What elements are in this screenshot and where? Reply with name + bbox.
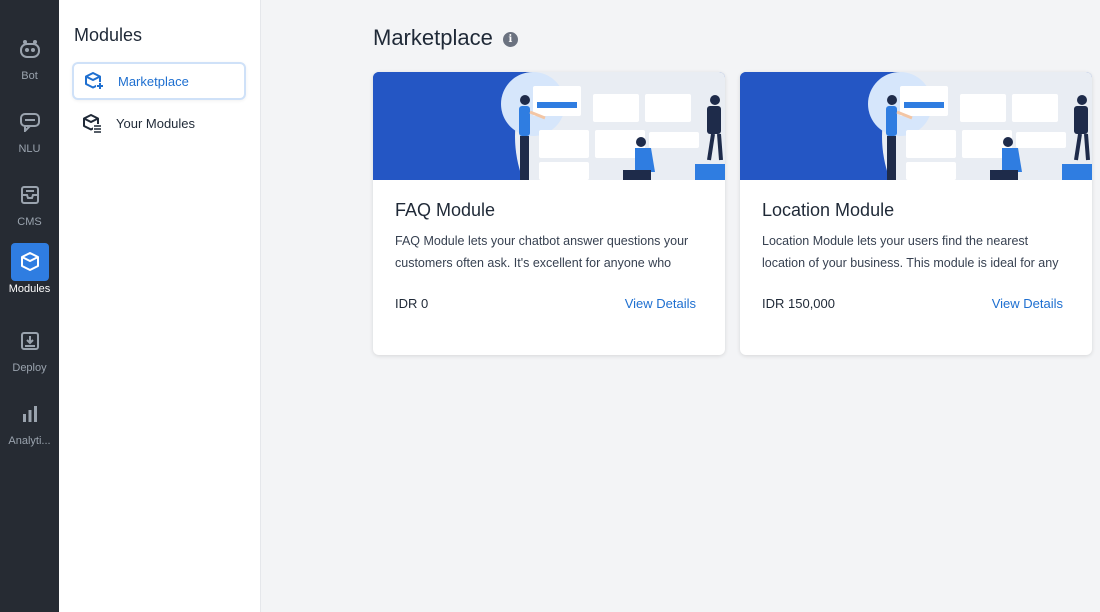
nav-item-label: Marketplace [118, 73, 189, 89]
rail-item-nlu[interactable]: NLU [0, 103, 59, 167]
rail-item-label: Modules [8, 283, 51, 295]
module-banner-illustration [740, 72, 1092, 180]
rail-item-deploy[interactable]: Deploy [0, 322, 59, 386]
rail-item-label: CMS [17, 216, 42, 228]
bar-chart-icon [11, 395, 49, 433]
rail-item-label: Analyti... [8, 435, 51, 447]
rail-item-bot[interactable]: Bot [0, 30, 59, 94]
rail-item-label: NLU [18, 143, 41, 155]
chat-icon [11, 103, 49, 141]
info-icon[interactable]: i [502, 31, 518, 47]
card-description: FAQ Module lets your chatbot answer ques… [395, 234, 689, 270]
card-price: IDR 150,000 [762, 296, 835, 311]
rail-item-analytics[interactable]: Analyti... [0, 395, 59, 459]
module-card-location[interactable]: Location Module Location Module lets you… [740, 72, 1092, 355]
card-title: Location Module [762, 200, 895, 220]
rail-item-modules[interactable]: Modules [0, 243, 59, 307]
cube-icon [10, 243, 49, 281]
rail-item-cms[interactable]: CMS [0, 176, 59, 240]
nav-item-marketplace[interactable]: Marketplace [72, 62, 246, 100]
marketplace-icon [82, 70, 106, 92]
card-title: FAQ Module [395, 200, 496, 220]
your-modules-icon [80, 112, 104, 134]
card-description: Location Module lets your users find the… [762, 234, 1059, 270]
module-card-faq[interactable]: FAQ Module FAQ Module lets your chatbot … [373, 72, 725, 355]
nav-item-your-modules[interactable]: Your Modules [72, 104, 246, 142]
rail-item-label: Bot [21, 70, 38, 82]
view-details-link[interactable]: View Details [992, 296, 1063, 311]
card-price: IDR 0 [395, 296, 429, 311]
page-header: Marketplace i [373, 25, 518, 51]
modules-panel: Modules Marketplace Your Modules [59, 0, 261, 612]
page-title: Marketplace [373, 25, 493, 50]
nav-item-label: Your Modules [116, 115, 196, 131]
inbox-icon [11, 176, 49, 214]
robot-icon [11, 30, 49, 68]
module-banner-illustration [373, 72, 725, 180]
deploy-icon [11, 322, 49, 360]
panel-title: Modules [74, 25, 143, 45]
view-details-link[interactable]: View Details [625, 296, 696, 311]
rail-item-label: Deploy [12, 362, 47, 374]
app-rail: Bot NLU CMS Modules Deploy Analyti... [0, 0, 59, 612]
